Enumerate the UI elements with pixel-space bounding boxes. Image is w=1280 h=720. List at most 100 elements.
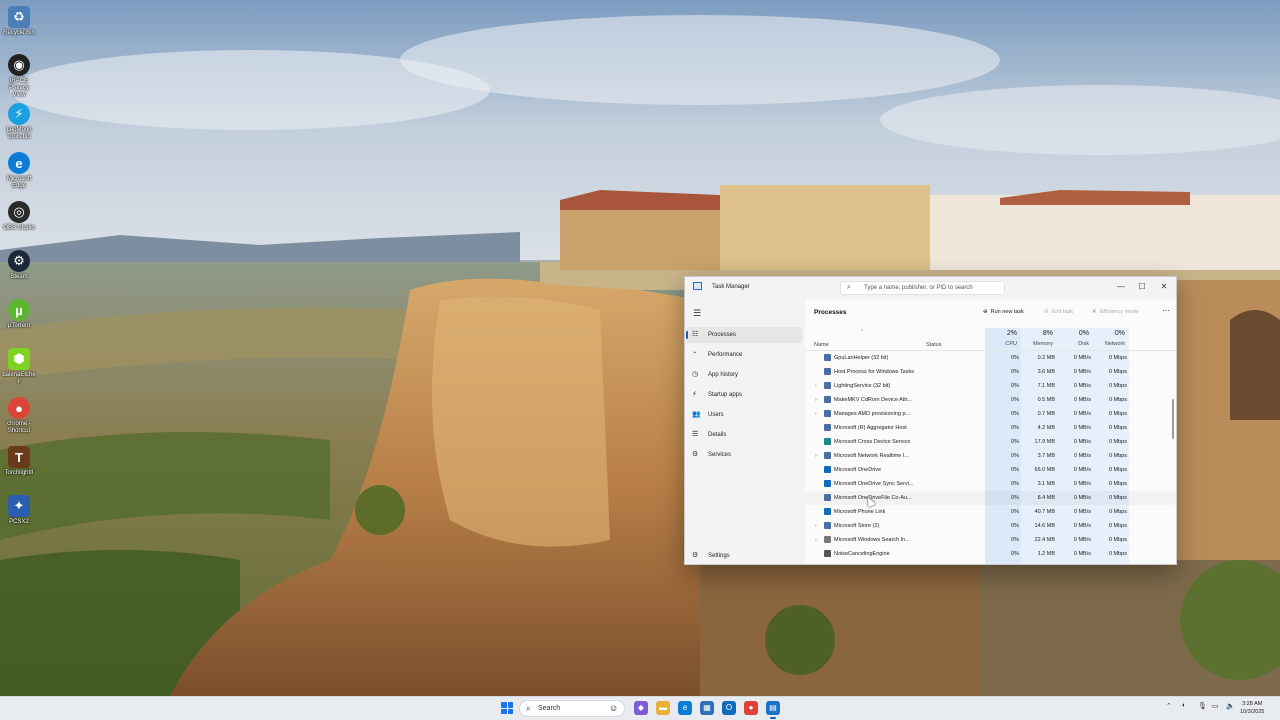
process-icon (824, 550, 831, 557)
edge-icon[interactable]: e (678, 701, 692, 715)
search-input[interactable]: ⌕ Type a name, publisher, or PID to sear… (840, 281, 1005, 295)
start-button[interactable] (501, 702, 513, 714)
expand-chevron-icon[interactable]: › (815, 537, 817, 543)
sidebar-item-startup-apps[interactable]: ⚡ Startup apps (686, 387, 802, 403)
process-memory: 7.1 MB (1037, 383, 1055, 389)
details-icon: ☰ (692, 431, 699, 438)
expand-chevron-icon[interactable]: › (815, 383, 817, 389)
users-icon: 👥 (692, 411, 701, 418)
process-disk: 0 MB/s (1073, 425, 1091, 431)
task-manager-icon[interactable]: ▤ (766, 701, 780, 719)
table-row[interactable]: › Microsoft Store (2) 0% 14.6 MB 0 MB/s 0 Mbp… (805, 519, 1176, 533)
sidebar-item-label: App history (708, 372, 739, 378)
close-button[interactable]: ✕ (1154, 281, 1174, 293)
process-name: Manages AMD provisioning p... (834, 411, 911, 417)
expand-chevron-icon[interactable]: › (815, 453, 817, 459)
table-row[interactable]: Microsoft (R) Aggregator Host 0% 4.2 MB 0 M… (805, 421, 1176, 435)
network-icon[interactable]: ◐ (1182, 702, 1186, 709)
scrollbar-thumb[interactable] (1172, 399, 1174, 439)
desktop-icon-leomoon[interactable]: ⚡ LeoMoon Tools.bin (2, 103, 36, 141)
desktop-icon-steam[interactable]: ⚙ Steam (2, 250, 36, 281)
column-header-disk[interactable]: 0% Disk (1057, 328, 1091, 350)
hamburger-menu-icon[interactable]: ☰ (693, 308, 701, 319)
app-history-icon: ◷ (692, 371, 699, 378)
run-new-task-button[interactable]: ⊕ Run new task (983, 309, 1024, 315)
copilot-icon[interactable]: ◆ (634, 701, 648, 715)
process-cpu: 0% (1011, 551, 1019, 557)
chevron-up-icon[interactable]: ⌃ (1166, 702, 1172, 710)
sort-up-icon: ⌃ (860, 329, 865, 335)
table-row[interactable]: NoiseCancelingEngine 0% 1.2 MB 0 MB/s 0 Mbps (805, 547, 1176, 561)
taskbar-search[interactable]: ⌕ Search ☺ (519, 700, 625, 717)
more-options-icon[interactable]: ⋯ (1162, 306, 1170, 315)
desktop-icon-obs[interactable]: ◎ OBS Studio (2, 201, 36, 232)
table-row[interactable]: Microsoft OneDriveFile Co-Au... 0% 8.4 MB 0… (805, 491, 1176, 505)
file-explorer-icon[interactable]: ▬ (656, 701, 670, 715)
expand-chevron-icon[interactable]: › (815, 397, 817, 403)
column-header-memory[interactable]: 8% Memory (1021, 328, 1055, 350)
desktop-icon-pcsx2[interactable]: ✦ PCSX2 (2, 495, 36, 526)
desktop-icon-torchlight[interactable]: T TorchlightII (2, 446, 36, 477)
monitor-icon[interactable]: ▭ (1212, 702, 1219, 710)
sidebar-item-processes[interactable]: ☷ Processes (686, 327, 802, 343)
minimize-button[interactable]: — (1111, 281, 1131, 293)
table-row[interactable]: › LightingService (32 bit) 0% 7.1 MB 0 MB/s 0… (805, 379, 1176, 393)
volume-icon[interactable]: 🔈 (1226, 702, 1235, 710)
table-row[interactable]: › Manages AMD provisioning p... 0% 0.7 MB 0 … (805, 407, 1176, 421)
sidebar-item-settings[interactable]: ⚙ Settings (686, 548, 802, 564)
table-row[interactable]: Microsoft Phone Link 0% 40.7 MB 0 MB/s 0 Mbp… (805, 505, 1176, 519)
process-memory: 40.7 MB (1034, 509, 1055, 515)
process-memory: 14.6 MB (1034, 523, 1055, 529)
desktop-icon-utorrent[interactable]: µ µTorrent (2, 299, 36, 330)
etcher-icon: ⬢ (8, 348, 30, 370)
search-icon: ⌕ (526, 704, 531, 713)
table-row[interactable]: Microsoft OneDrive 0% 66.0 MB 0 MB/s 0 Mbps (805, 463, 1176, 477)
desktop-icon-etcher[interactable]: ⬢ balenaEtcher (2, 348, 36, 386)
sidebar-item-label: Startup apps (708, 392, 743, 398)
desktop-icon-privacy-view[interactable]: ◉ iRACE Privacy View (2, 54, 36, 99)
privacy-view-icon: ◉ (8, 54, 30, 76)
expand-chevron-icon[interactable]: › (815, 523, 817, 529)
process-cpu: 0% (1011, 495, 1019, 501)
desktop-icon-edge[interactable]: e Microsoft Edge (2, 152, 36, 190)
microphone-icon[interactable]: 🎙 (1198, 702, 1207, 710)
sidebar-item-users[interactable]: 👥 Users (686, 407, 802, 423)
table-row[interactable]: GpuLanHelper (32 bit) 0% 0.2 MB 0 MB/s 0 Mbp… (805, 351, 1176, 365)
page-title: Processes (814, 309, 847, 316)
store-icon[interactable]: ▦ (700, 701, 714, 715)
process-memory: 66.0 MB (1034, 467, 1055, 473)
performance-icon: ◔ (692, 350, 697, 357)
desktop-icon-chrome[interactable]: ● chrome - Shortcut (2, 397, 36, 435)
outlook-icon[interactable]: O (722, 701, 736, 715)
clock[interactable]: 3:28 AM 10/3/2025 (1240, 700, 1264, 716)
table-row[interactable]: › MakeMKV CdRom Device Attr... 0% 0.5 MB 0 M… (805, 393, 1176, 407)
sidebar-item-details[interactable]: ☰ Details (686, 427, 802, 443)
desktop-icon-recycle-bin[interactable]: ♻ Recycle Bin (2, 6, 36, 37)
sidebar-item-services[interactable]: ⚙ Services (686, 447, 802, 463)
windows-logo-icon (501, 702, 507, 708)
search-placeholder: Type a name, publisher, or PID to search (864, 285, 973, 291)
column-header-name[interactable]: Name (814, 342, 829, 348)
column-header-network[interactable]: 0% Network (1093, 328, 1127, 350)
table-row[interactable]: Microsoft Cross Device Service 0% 17.9 MB 0… (805, 435, 1176, 449)
sidebar-item-performance[interactable]: ◔ Performance (686, 347, 802, 363)
title-bar[interactable]: Task Manager ⌕ Type a name, publisher, o… (685, 277, 1176, 299)
column-header-status[interactable]: Status (926, 342, 942, 348)
table-row[interactable]: › Microsoft Network Realtime I... 0% 3.7 MB… (805, 449, 1176, 463)
process-network: 0 Mbps (1108, 467, 1127, 473)
process-network: 0 Mbps (1108, 481, 1127, 487)
chrome-icon[interactable]: ● (744, 701, 758, 715)
efficiency-mode-button[interactable]: ❦ Efficiency mode (1092, 309, 1138, 315)
table-row[interactable]: Host Process for Windows Tasks 0% 3.6 MB 0 … (805, 365, 1176, 379)
table-row[interactable]: Microsoft OneDrive Sync Servi... 0% 3.1 MB… (805, 477, 1176, 491)
end-task-button[interactable]: ⊘ End task (1044, 309, 1073, 315)
process-name: MakeMKV CdRom Device Attr... (834, 397, 912, 403)
process-cpu: 0% (1011, 467, 1019, 473)
table-row[interactable]: › Microsoft Windows Search In... 0% 22.4 MB… (805, 533, 1176, 547)
process-memory: 3.7 MB (1037, 453, 1055, 459)
column-header-cpu[interactable]: 2% CPU (985, 328, 1019, 350)
process-name: Microsoft Network Realtime I... (834, 453, 909, 459)
expand-chevron-icon[interactable]: › (815, 411, 817, 417)
maximize-button[interactable]: ☐ (1132, 281, 1152, 293)
sidebar-item-app-history[interactable]: ◷ App history (686, 367, 802, 383)
